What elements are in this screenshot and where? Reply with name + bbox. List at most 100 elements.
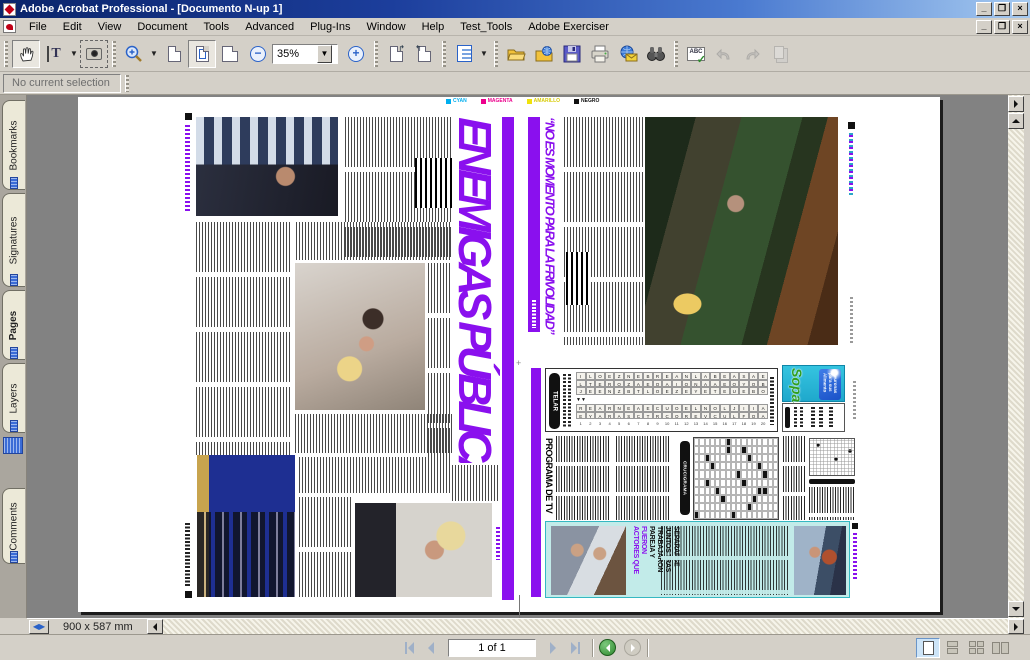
select-tool-caret[interactable]: ▼ (68, 41, 80, 67)
continuous-facing-layout-button[interactable] (964, 638, 988, 658)
tab-grip[interactable] (10, 177, 18, 189)
text-columns (299, 457, 452, 493)
zoom-level-input[interactable] (273, 48, 317, 60)
redo-button[interactable] (738, 40, 766, 68)
tab-grip[interactable] (10, 420, 18, 432)
single-page-layout-button[interactable] (916, 638, 940, 658)
sidebar-tab-pages[interactable]: Pages (2, 290, 25, 360)
snapshot-button[interactable] (80, 40, 108, 68)
task-pane-arrow-button[interactable] (1008, 96, 1024, 112)
zoom-tool-caret[interactable]: ▼ (148, 41, 160, 67)
next-view-button[interactable]: ↰ (410, 40, 438, 68)
navigation-tabs-button[interactable] (450, 40, 478, 68)
facing-icon (992, 642, 1009, 654)
last-page-button[interactable] (564, 638, 586, 658)
zoom-in-button[interactable]: + (342, 40, 370, 68)
menu-edit[interactable]: Edit (55, 19, 90, 35)
main-area: Bookmarks Signatures Pages Layers Commen… (0, 95, 1030, 618)
doc-close-button[interactable]: × (1012, 20, 1028, 34)
open-button[interactable] (502, 40, 530, 68)
window-edge (1024, 95, 1030, 618)
hand-icon (17, 45, 35, 63)
info-text (800, 407, 803, 428)
previous-view-button[interactable]: ↱ (382, 40, 410, 68)
right-triangle-icon (550, 642, 562, 654)
document-window-icon[interactable] (3, 20, 16, 33)
select-text-button[interactable]: T (40, 40, 68, 68)
menu-plugins[interactable]: Plug-Ins (302, 19, 358, 35)
fit-width-button[interactable] (216, 40, 244, 68)
email-button[interactable] (614, 40, 642, 68)
previous-page-button[interactable] (420, 638, 442, 658)
menu-advanced[interactable]: Advanced (237, 19, 302, 35)
sidebar-tab-comments[interactable]: Comments (2, 488, 25, 564)
black-swatch (574, 99, 579, 104)
toolbar-grip[interactable] (4, 41, 8, 67)
photo-credit-text (853, 381, 856, 421)
zoom-out-button[interactable]: − (244, 40, 272, 68)
save-button[interactable] (558, 40, 586, 68)
minimize-button[interactable]: _ (976, 2, 992, 16)
right-arrow-icon (1014, 100, 1022, 108)
navigation-tabs-caret[interactable]: ▼ (478, 41, 490, 67)
zoom-tool-button[interactable] (120, 40, 148, 68)
tab-grip[interactable] (10, 274, 18, 286)
fit-page-button[interactable] (188, 40, 216, 68)
splitter-button[interactable]: ◀▶ (29, 620, 49, 634)
menu-help[interactable]: Help (414, 19, 453, 35)
spellcheck-button[interactable]: ABC✓ (682, 40, 710, 68)
continuous-layout-button[interactable] (940, 638, 964, 658)
tab-grip[interactable] (10, 551, 18, 563)
scroll-up-button[interactable] (1008, 113, 1024, 129)
headline-line: ACTORES QUE FUERON (631, 526, 647, 595)
zoom-level-combo[interactable]: ▼ (272, 44, 338, 64)
toolbar-grip[interactable] (674, 41, 678, 67)
close-button[interactable]: × (1012, 2, 1028, 16)
toolbar-grip[interactable] (112, 41, 116, 67)
sidebar-tab-signatures[interactable]: Signatures (2, 193, 25, 287)
page-number-field[interactable] (448, 639, 536, 657)
magenta-mark: MAGENTA (481, 98, 513, 104)
document-canvas[interactable]: CYAN MAGENTA AMARILLO NEGRO ENEMIGAS PÚB… (27, 95, 1008, 618)
undo-button[interactable] (710, 40, 738, 68)
copy-button[interactable] (766, 40, 794, 68)
search-button[interactable] (642, 40, 670, 68)
menu-window[interactable]: Window (358, 19, 413, 35)
toolbar-grip[interactable] (125, 75, 129, 92)
toolbar-grip[interactable] (494, 41, 498, 67)
menu-document[interactable]: Document (129, 19, 195, 35)
hscroll-left-button[interactable] (147, 619, 163, 634)
wordsearch-instructions (563, 374, 566, 428)
first-page-button[interactable] (398, 638, 420, 658)
doc-minimize-button[interactable]: _ (976, 20, 992, 34)
hand-tool-button[interactable] (12, 40, 40, 68)
restore-button[interactable]: ❐ (994, 2, 1010, 16)
tab-grip[interactable] (10, 347, 18, 359)
open-web-page-button[interactable] (530, 40, 558, 68)
sidebar-tab-layers[interactable]: Layers (2, 363, 25, 433)
redo-icon (743, 46, 761, 62)
hscroll-right-button[interactable] (1008, 619, 1024, 634)
zoom-combo-caret[interactable]: ▼ (317, 45, 332, 63)
cyan-swatch (446, 99, 451, 104)
sidebar-tab-bookmarks[interactable]: Bookmarks (2, 100, 25, 190)
scroll-down-button[interactable] (1008, 601, 1024, 617)
toolbar-grip[interactable] (374, 41, 378, 67)
horizontal-scrollbar-track[interactable] (163, 619, 1008, 635)
menu-adobe-exerciser[interactable]: Adobe Exerciser (520, 19, 617, 35)
next-page-button[interactable] (542, 638, 564, 658)
next-view-nav-button[interactable] (624, 639, 641, 656)
menu-tools[interactable]: Tools (196, 19, 238, 35)
toolbar-grip[interactable] (442, 41, 446, 67)
vertical-scrollbar[interactable] (1008, 95, 1024, 618)
actual-size-button[interactable] (160, 40, 188, 68)
facing-layout-button[interactable] (988, 638, 1012, 658)
text-columns (299, 497, 353, 597)
print-button[interactable] (586, 40, 614, 68)
menu-test-tools[interactable]: Test_Tools (452, 19, 520, 35)
panel-resize-grip[interactable] (3, 437, 23, 454)
menu-file[interactable]: File (21, 19, 55, 35)
doc-restore-button[interactable]: ❐ (994, 20, 1010, 34)
menu-view[interactable]: View (90, 19, 130, 35)
previous-view-nav-button[interactable] (599, 639, 616, 656)
